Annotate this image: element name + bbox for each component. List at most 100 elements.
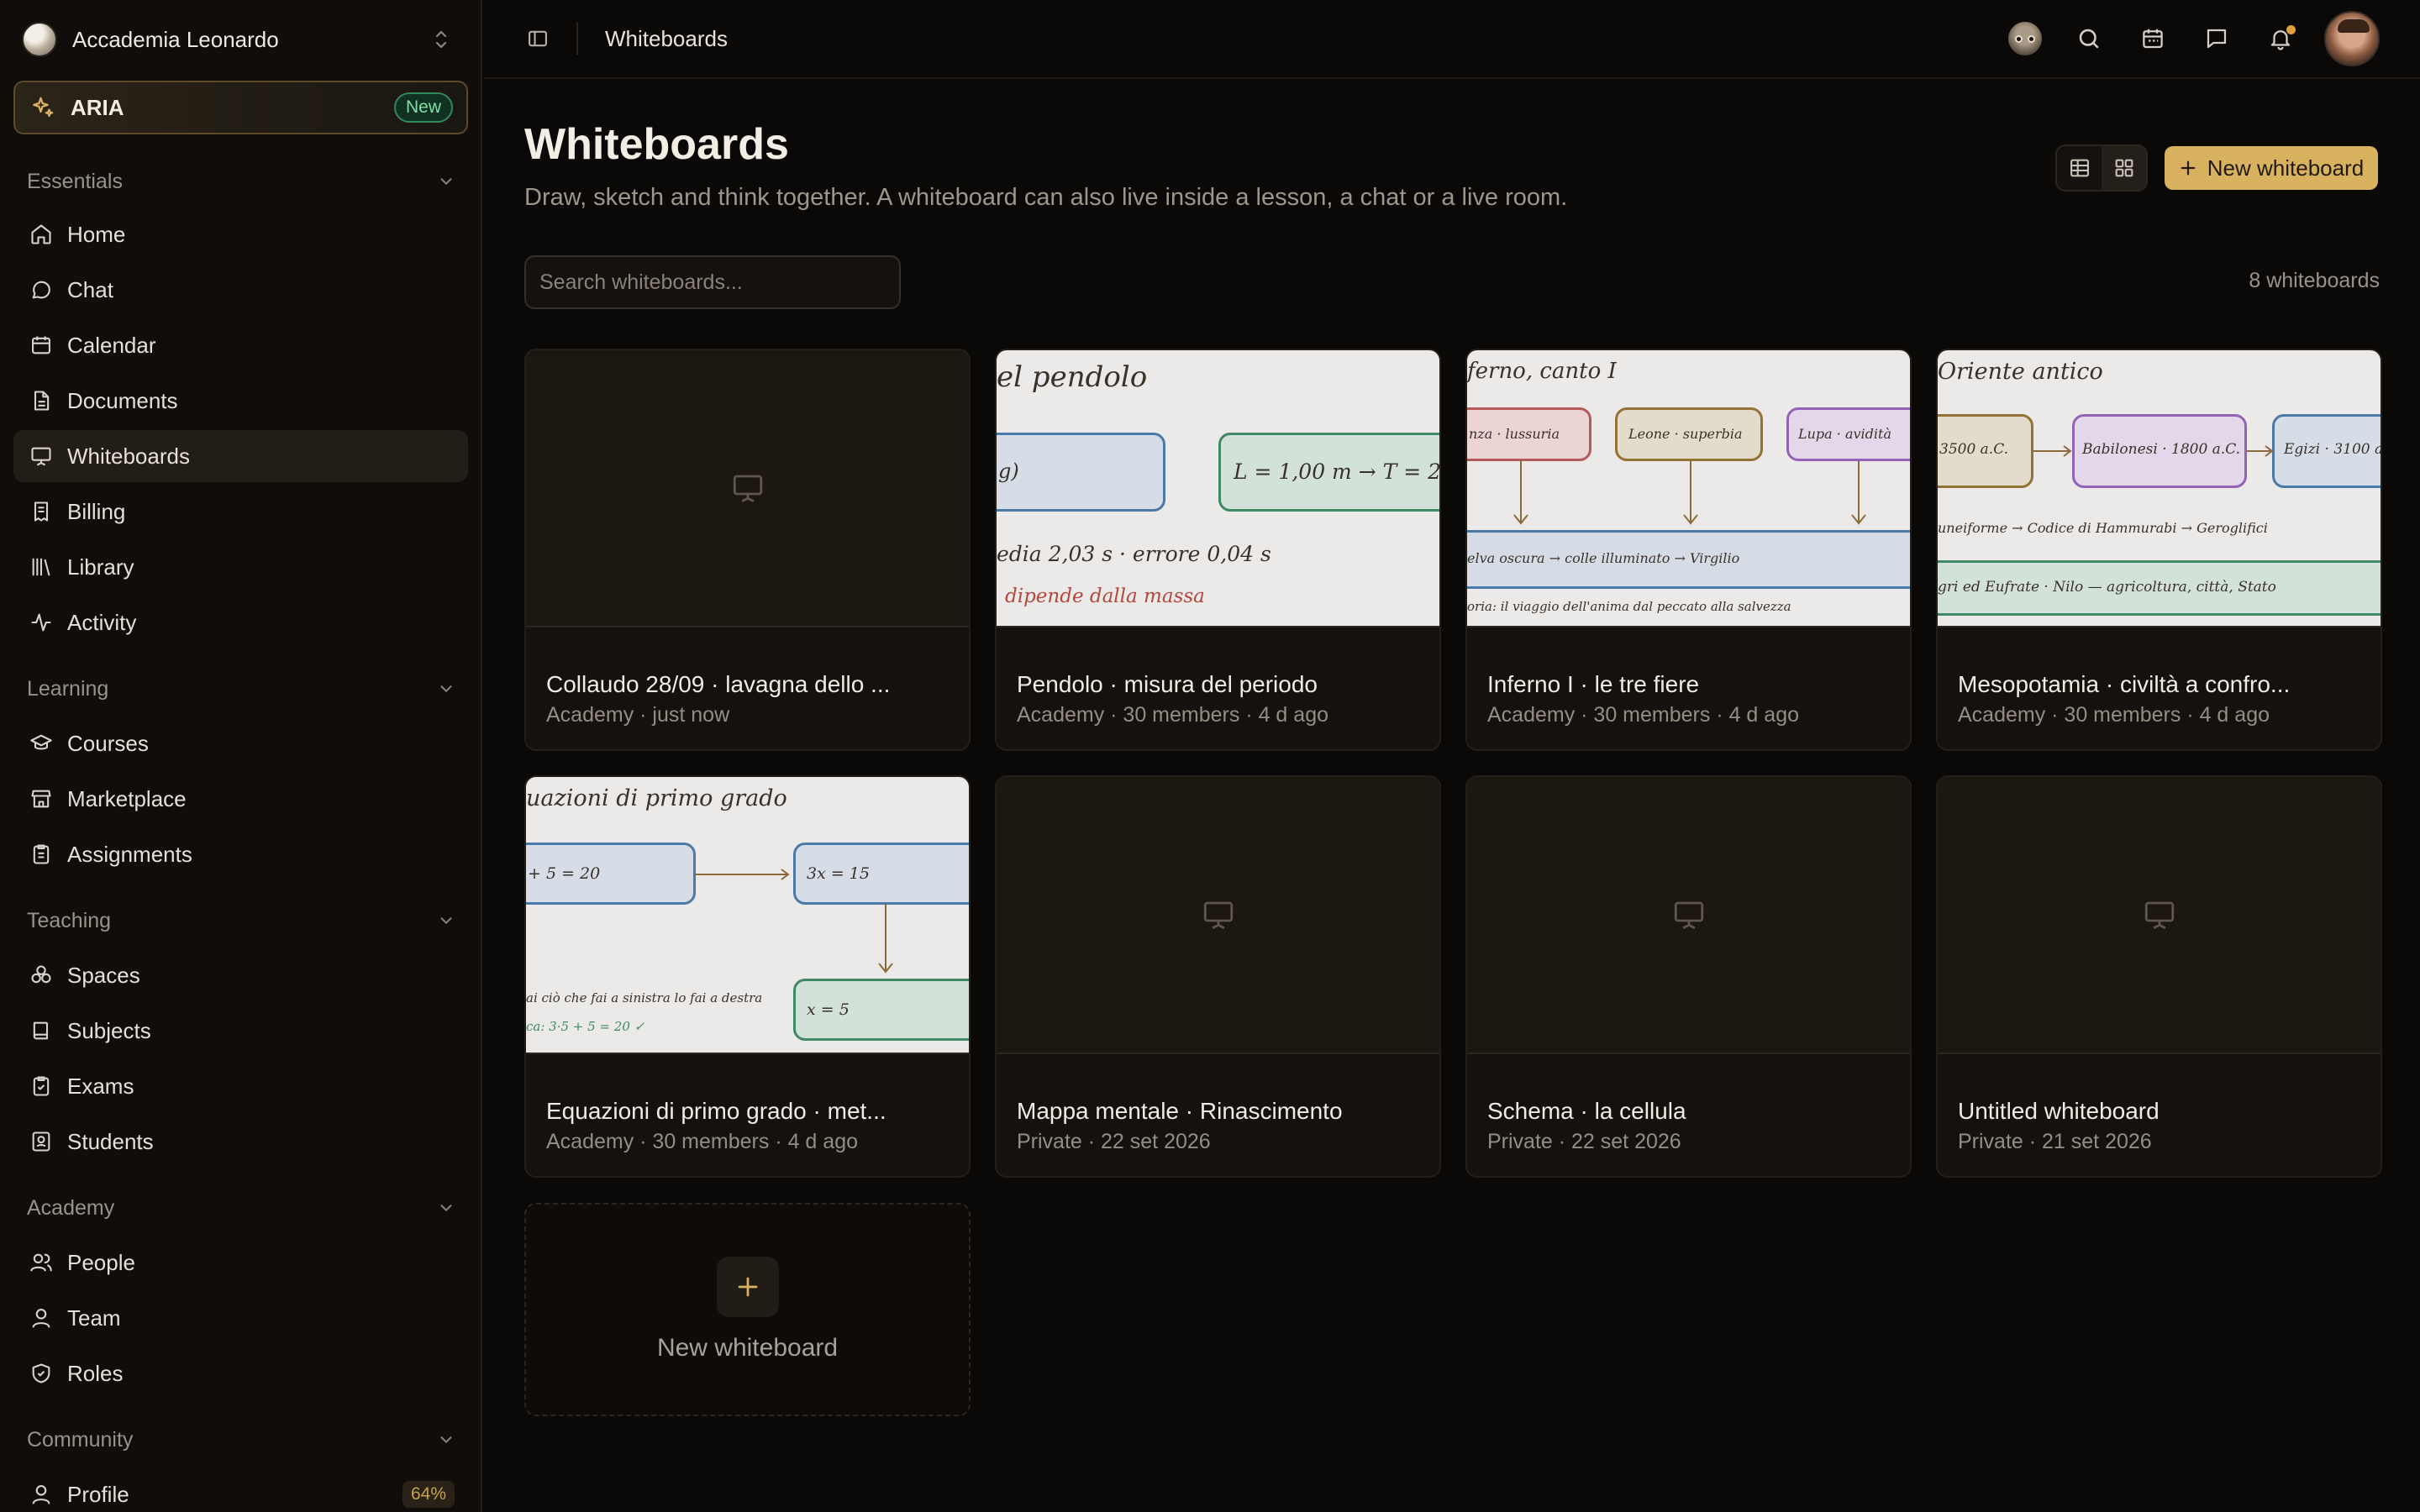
- thumb-heading: ferno, canto I: [1467, 359, 1617, 384]
- section-learning[interactable]: Learning: [27, 672, 455, 706]
- sidebar-item-whiteboards[interactable]: Whiteboards: [13, 430, 468, 482]
- thumb-note: edia 2,03 s · errore 0,04 s: [997, 542, 1271, 566]
- sidebar-item-label: Profile: [67, 1481, 129, 1507]
- sparkle-icon: [30, 95, 55, 120]
- search-icon[interactable]: [2057, 13, 2121, 64]
- owl-assistant-icon[interactable]: [1993, 13, 2057, 64]
- workspace-switcher[interactable]: Accademia Leonardo: [22, 20, 450, 59]
- thumb-heading: el pendolo: [997, 360, 1148, 394]
- whiteboard-card[interactable]: Untitled whiteboard Private · 21 set 202…: [1936, 775, 2382, 1178]
- whiteboard-placeholder-icon: [1201, 897, 1236, 932]
- sidebar-item-label: Home: [67, 221, 126, 247]
- sidebar-item-library[interactable]: Library: [13, 541, 468, 593]
- document-icon: [27, 386, 55, 415]
- sidebar-item-marketplace[interactable]: Marketplace: [13, 773, 468, 825]
- page-subtitle: Draw, sketch and think together. A white…: [524, 184, 1568, 211]
- whiteboard-card[interactable]: el pendolo g) L = 1,00 m → T = 2,01 s ed…: [995, 349, 1441, 751]
- whiteboard-count: 8 whiteboards: [2249, 269, 2380, 292]
- profile-completion-badge: 64%: [402, 1481, 455, 1508]
- notification-dot: [2286, 25, 2296, 34]
- sidebar-item-subjects[interactable]: Subjects: [13, 1005, 468, 1057]
- sidebar-item-profile[interactable]: Profile 64%: [13, 1468, 468, 1512]
- whiteboard-card[interactable]: Schema · la cellula Private · 22 set 202…: [1465, 775, 1912, 1178]
- grid-view-icon[interactable]: [2102, 146, 2146, 190]
- sidebar-item-label: People: [67, 1249, 135, 1275]
- sidebar-item-chat[interactable]: Chat: [13, 264, 468, 316]
- view-toggle: [2055, 144, 2148, 192]
- user-avatar[interactable]: [2324, 11, 2380, 66]
- card-title: Untitled whiteboard: [1958, 1098, 2160, 1124]
- card-thumbnail: el pendolo g) L = 1,00 m → T = 2,01 s ed…: [997, 350, 1439, 627]
- thumb-note: uneiforme → Codice di Hammurabi → Gerogl…: [1938, 520, 2268, 536]
- whiteboard-card[interactable]: ferno, canto I nza · lussuria Leone · su…: [1465, 349, 1912, 751]
- sidebar-item-billing[interactable]: Billing: [13, 486, 468, 538]
- sidebar-item-people[interactable]: People: [13, 1236, 468, 1289]
- thumb-band-text: elva oscura → colle illuminato → Virgili…: [1467, 550, 1740, 566]
- chat-bubble-icon: [27, 276, 55, 304]
- card-meta: Academy · 30 members · 4 d ago: [546, 1130, 858, 1153]
- spaces-icon: [27, 961, 55, 990]
- whiteboard-placeholder-icon: [2142, 897, 2177, 932]
- card-thumbnail: uazioni di primo grado + 5 = 20 3x = 15 …: [526, 777, 969, 1054]
- new-whiteboard-card[interactable]: New whiteboard: [524, 1203, 971, 1416]
- card-meta: Private · 22 set 2026: [1487, 1130, 1681, 1153]
- thumb-box-text: nza · lussuria: [1469, 426, 1560, 442]
- whiteboard-card[interactable]: Mappa mentale · Rinascimento Private · 2…: [995, 775, 1441, 1178]
- aria-label: ARIA: [71, 94, 124, 120]
- section-title: Learning: [27, 676, 109, 701]
- sidebar-item-calendar[interactable]: Calendar: [13, 319, 468, 371]
- sidebar-item-students[interactable]: Students: [13, 1116, 468, 1168]
- thumb-box-text: L = 1,00 m → T = 2,01 s: [1234, 459, 1439, 484]
- thumb-box-text: x = 5: [807, 1000, 850, 1019]
- sidebar-item-label: Documents: [67, 387, 178, 413]
- new-whiteboard-button[interactable]: New whiteboard: [2165, 146, 2378, 190]
- sidebar-item-roles[interactable]: Roles: [13, 1347, 468, 1399]
- clipboard-check-icon: [27, 1072, 55, 1100]
- sidebar-item-courses[interactable]: Courses: [13, 717, 468, 769]
- section-academy[interactable]: Academy: [27, 1191, 455, 1225]
- sidebar-item-documents[interactable]: Documents: [13, 375, 468, 427]
- card-meta: Academy · 30 members · 4 d ago: [1487, 703, 1799, 727]
- receipt-icon: [27, 497, 55, 526]
- calendar-icon[interactable]: [2121, 13, 2185, 64]
- card-thumbnail: [1938, 777, 2381, 1054]
- card-meta: Private · 22 set 2026: [1017, 1130, 1211, 1153]
- whiteboard-card[interactable]: uazioni di primo grado + 5 = 20 3x = 15 …: [524, 775, 971, 1178]
- id-badge-icon: [27, 1127, 55, 1156]
- sidebar: Accademia Leonardo ARIA New Essentials H…: [0, 0, 482, 1512]
- section-title: Teaching: [27, 908, 112, 932]
- whiteboard-card[interactable]: Oriente antico 3500 a.C. Babilonesi · 18…: [1936, 349, 2382, 751]
- sidebar-item-spaces[interactable]: Spaces: [13, 949, 468, 1001]
- messages-icon[interactable]: [2185, 13, 2249, 64]
- sidebar-item-label: Subjects: [67, 1017, 151, 1043]
- chevron-up-down-icon: [432, 29, 450, 50]
- sidebar-item-label: Students: [67, 1128, 154, 1154]
- table-view-icon[interactable]: [2057, 146, 2102, 190]
- section-teaching[interactable]: Teaching: [27, 904, 455, 937]
- aria-button[interactable]: ARIA New: [13, 81, 468, 134]
- card-thumbnail: [1467, 777, 1910, 1054]
- sidebar-item-label: Whiteboards: [67, 443, 190, 469]
- whiteboard-placeholder-icon: [1671, 897, 1707, 932]
- thumb-box-text: 3500 a.C.: [1939, 441, 2009, 458]
- sidebar-item-label: Billing: [67, 498, 126, 524]
- section-community[interactable]: Community: [27, 1423, 455, 1457]
- search-input[interactable]: [524, 255, 901, 309]
- bell-icon[interactable]: [2249, 13, 2312, 64]
- shield-check-icon: [27, 1359, 55, 1388]
- chevron-down-icon: [437, 680, 455, 698]
- sidebar-item-activity[interactable]: Activity: [13, 596, 468, 648]
- sidebar-item-team[interactable]: Team: [13, 1292, 468, 1344]
- section-essentials[interactable]: Essentials: [27, 165, 455, 198]
- thumb-box-text: Lupa · avidità: [1798, 426, 1891, 442]
- sidebar-item-exams[interactable]: Exams: [13, 1060, 468, 1112]
- sidebar-item-home[interactable]: Home: [13, 208, 468, 260]
- sidebar-toggle-icon[interactable]: [526, 27, 550, 50]
- card-thumbnail: [526, 350, 969, 627]
- thumb-box-text: Leone · superbia: [1628, 426, 1743, 442]
- card-meta: Academy · 30 members · 4 d ago: [1958, 703, 2270, 727]
- sidebar-item-label: Activity: [67, 609, 137, 635]
- sidebar-item-assignments[interactable]: Assignments: [13, 828, 468, 880]
- topbar: Whiteboards: [484, 0, 2420, 79]
- whiteboard-card[interactable]: Collaudo 28/09 · lavagna dello ... Acade…: [524, 349, 971, 751]
